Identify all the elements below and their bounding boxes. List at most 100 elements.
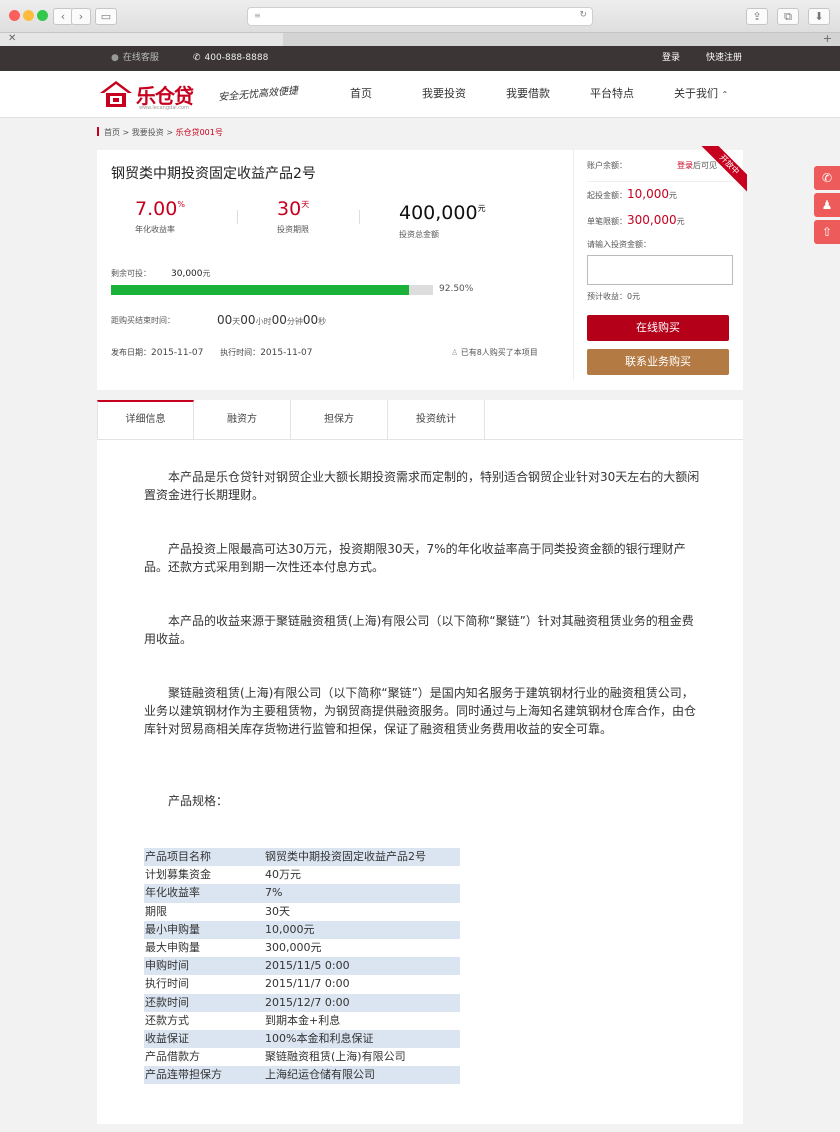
spec-key: 申购时间 bbox=[144, 957, 264, 976]
online-service-link[interactable]: ● 在线客服 bbox=[111, 46, 159, 71]
breadcrumb-current: 乐仓贷001号 bbox=[175, 128, 223, 137]
total-label: 投资总金额 bbox=[399, 230, 439, 239]
back-icon[interactable]: ‹ bbox=[53, 8, 73, 25]
qq-icon[interactable]: ♟ bbox=[814, 193, 840, 217]
tabs-icon[interactable]: ⧉ bbox=[777, 8, 799, 25]
tab-strip: ✕ + bbox=[0, 32, 840, 46]
publish-date: 2015-11-07 bbox=[151, 348, 204, 358]
spec-key: 产品连带担保方 bbox=[144, 1066, 264, 1085]
investment-paragraph: 产品投资上限最高可达30万元，投资期限30天，7%的年化收益率高于同类投资金额的… bbox=[144, 542, 686, 574]
address-bar[interactable]: ≡ ↻ bbox=[247, 7, 593, 26]
max-amount-value: 300,000 bbox=[627, 213, 677, 227]
countdown-seconds-unit: 秒 bbox=[318, 317, 327, 326]
nav-invest[interactable]: 我要投资 bbox=[422, 71, 466, 117]
spec-value: 30天 bbox=[265, 904, 290, 918]
download-icon[interactable]: ⬇ bbox=[808, 8, 830, 25]
term-number: 30 bbox=[277, 198, 302, 220]
breadcrumb-marker bbox=[97, 127, 99, 136]
countdown-hours-unit: 小时 bbox=[255, 317, 272, 326]
tab-details[interactable]: 详细信息 bbox=[97, 400, 194, 440]
reader-icon[interactable]: ≡ bbox=[254, 11, 261, 20]
spec-value: 上海纪运仓储有限公司 bbox=[264, 1066, 460, 1085]
house-logo-icon[interactable] bbox=[98, 79, 134, 109]
max-amount-unit: 元 bbox=[676, 217, 685, 226]
browser-chrome: ‹ › ▭ ≡ ↻ ⇪ ⧉ ⬇ ✕ + bbox=[0, 0, 840, 46]
spec-row: 执行时间 2015/11/7 0:00 bbox=[144, 975, 460, 993]
buyers-text: 已有8人购买了本项目 bbox=[460, 348, 538, 357]
rate-value: 7.00% bbox=[135, 194, 185, 220]
online-service-label: 在线客服 bbox=[122, 53, 159, 63]
countdown-timer: 00天00小时00分钟00秒 bbox=[217, 311, 326, 331]
nav-about[interactable]: 关于我们 ⌃ bbox=[674, 71, 728, 118]
browser-toolbar: ‹ › ▭ ≡ ↻ ⇪ ⧉ ⬇ bbox=[0, 0, 840, 32]
slogan: 安全无忧高效便捷 bbox=[217, 85, 299, 104]
breadcrumb-home[interactable]: 首页 bbox=[104, 128, 120, 137]
site-header: 乐仓贷 www.lecangdai.com 安全无忧高效便捷 首页 我要投资 我… bbox=[0, 71, 840, 118]
floating-toolbar: ✆ ♟ ⇧ bbox=[814, 166, 840, 247]
progress-bar bbox=[111, 285, 433, 295]
top-bar: ● 在线客服 ✆ 400-888-8888 登录 快速注册 bbox=[0, 46, 840, 71]
buy-online-button[interactable]: 在线购买 bbox=[587, 315, 729, 341]
remaining-amount: 剩余可投： 30,000元 bbox=[111, 268, 211, 279]
register-link[interactable]: 快速注册 bbox=[706, 46, 742, 71]
min-amount-value: 10,000 bbox=[627, 187, 669, 201]
buyers-info: ♙ 已有8人购买了本项目 bbox=[451, 347, 538, 358]
maximize-window-button[interactable] bbox=[37, 10, 48, 21]
amount-input[interactable] bbox=[587, 255, 733, 285]
forward-icon[interactable]: › bbox=[71, 8, 91, 25]
max-amount-row: 单笔限额：300,000元 bbox=[587, 213, 733, 227]
tab-borrower[interactable]: 融资方 bbox=[194, 400, 291, 440]
close-tab-icon[interactable]: ✕ bbox=[8, 33, 16, 45]
nav-borrow[interactable]: 我要借款 bbox=[506, 71, 550, 117]
phone-number: 400-888-8888 bbox=[204, 53, 269, 63]
close-window-button[interactable] bbox=[9, 10, 20, 21]
max-amount-label: 单笔限额： bbox=[587, 217, 627, 226]
sidebar-icon[interactable]: ▭ bbox=[95, 8, 117, 25]
progress-percent: 92.50% bbox=[439, 284, 474, 294]
card-divider bbox=[573, 150, 574, 380]
balance-row: 账户余额： 登录后可见 bbox=[587, 160, 733, 171]
new-tab-icon[interactable]: + bbox=[823, 33, 832, 45]
reload-icon[interactable]: ↻ bbox=[579, 10, 587, 20]
spec-value: 2015/12/7 0:00 bbox=[264, 993, 460, 1012]
stat-divider bbox=[237, 210, 238, 224]
spec-key: 还款方式 bbox=[145, 1013, 189, 1027]
total-unit: 元 bbox=[477, 204, 486, 213]
spec-value: 2015/11/7 0:00 bbox=[265, 977, 350, 991]
countdown-seconds: 00 bbox=[302, 313, 319, 327]
spec-key: 最大申购量 bbox=[145, 941, 200, 955]
revenue-paragraph: 本产品的收益来源于聚链融资租赁(上海)有限公司（以下简称“聚链”）针对其融资租赁… bbox=[144, 614, 694, 646]
tab-statistics[interactable]: 投资统计 bbox=[388, 400, 485, 440]
panel-divider bbox=[587, 181, 733, 182]
spec-key: 产品借款方 bbox=[145, 1050, 200, 1064]
nav-home[interactable]: 首页 bbox=[350, 71, 372, 117]
nav-features[interactable]: 平台特点 bbox=[590, 71, 634, 117]
exec-label: 执行时间： bbox=[220, 348, 261, 357]
share-icon[interactable]: ⇪ bbox=[746, 8, 768, 25]
spec-key: 期限 bbox=[145, 904, 167, 918]
spec-row: 申购时间 2015/11/5 0:00 bbox=[144, 957, 460, 976]
login-link[interactable]: 登录 bbox=[662, 46, 680, 71]
phone-icon[interactable]: ✆ bbox=[814, 166, 840, 190]
spec-key: 产品项目名称 bbox=[144, 848, 264, 867]
product-title: 钢贸类中期投资固定收益产品2号 bbox=[111, 166, 316, 182]
back-to-top-icon[interactable]: ⇧ bbox=[814, 220, 840, 244]
spec-value: 100%本金和利息保证 bbox=[264, 1029, 460, 1049]
countdown-label: 距购买结束时间： bbox=[111, 316, 175, 325]
spec-value: 到期本金+利息 bbox=[265, 1013, 341, 1027]
contact-sales-button[interactable]: 联系业务购买 bbox=[587, 349, 729, 375]
spec-key: 年化收益率 bbox=[144, 884, 264, 903]
spec-row: 还款方式 到期本金+利息 bbox=[144, 1012, 460, 1030]
spec-key: 计划募集资金 bbox=[145, 868, 211, 882]
minimize-window-button[interactable] bbox=[23, 10, 34, 21]
balance-login-link[interactable]: 登录 bbox=[677, 161, 693, 170]
balance-label: 账户余额： bbox=[587, 161, 627, 170]
expected-row: 预计收益：0元 bbox=[587, 291, 733, 302]
tab-guarantor[interactable]: 担保方 bbox=[291, 400, 388, 440]
remaining-value: 30,000 bbox=[171, 269, 203, 279]
phone-info: ✆ 400-888-8888 bbox=[193, 46, 268, 71]
breadcrumb-invest[interactable]: 我要投资 bbox=[132, 128, 164, 137]
min-amount-unit: 元 bbox=[669, 191, 677, 200]
expected-label: 预计收益： bbox=[587, 292, 627, 301]
browser-tab[interactable] bbox=[0, 33, 283, 46]
